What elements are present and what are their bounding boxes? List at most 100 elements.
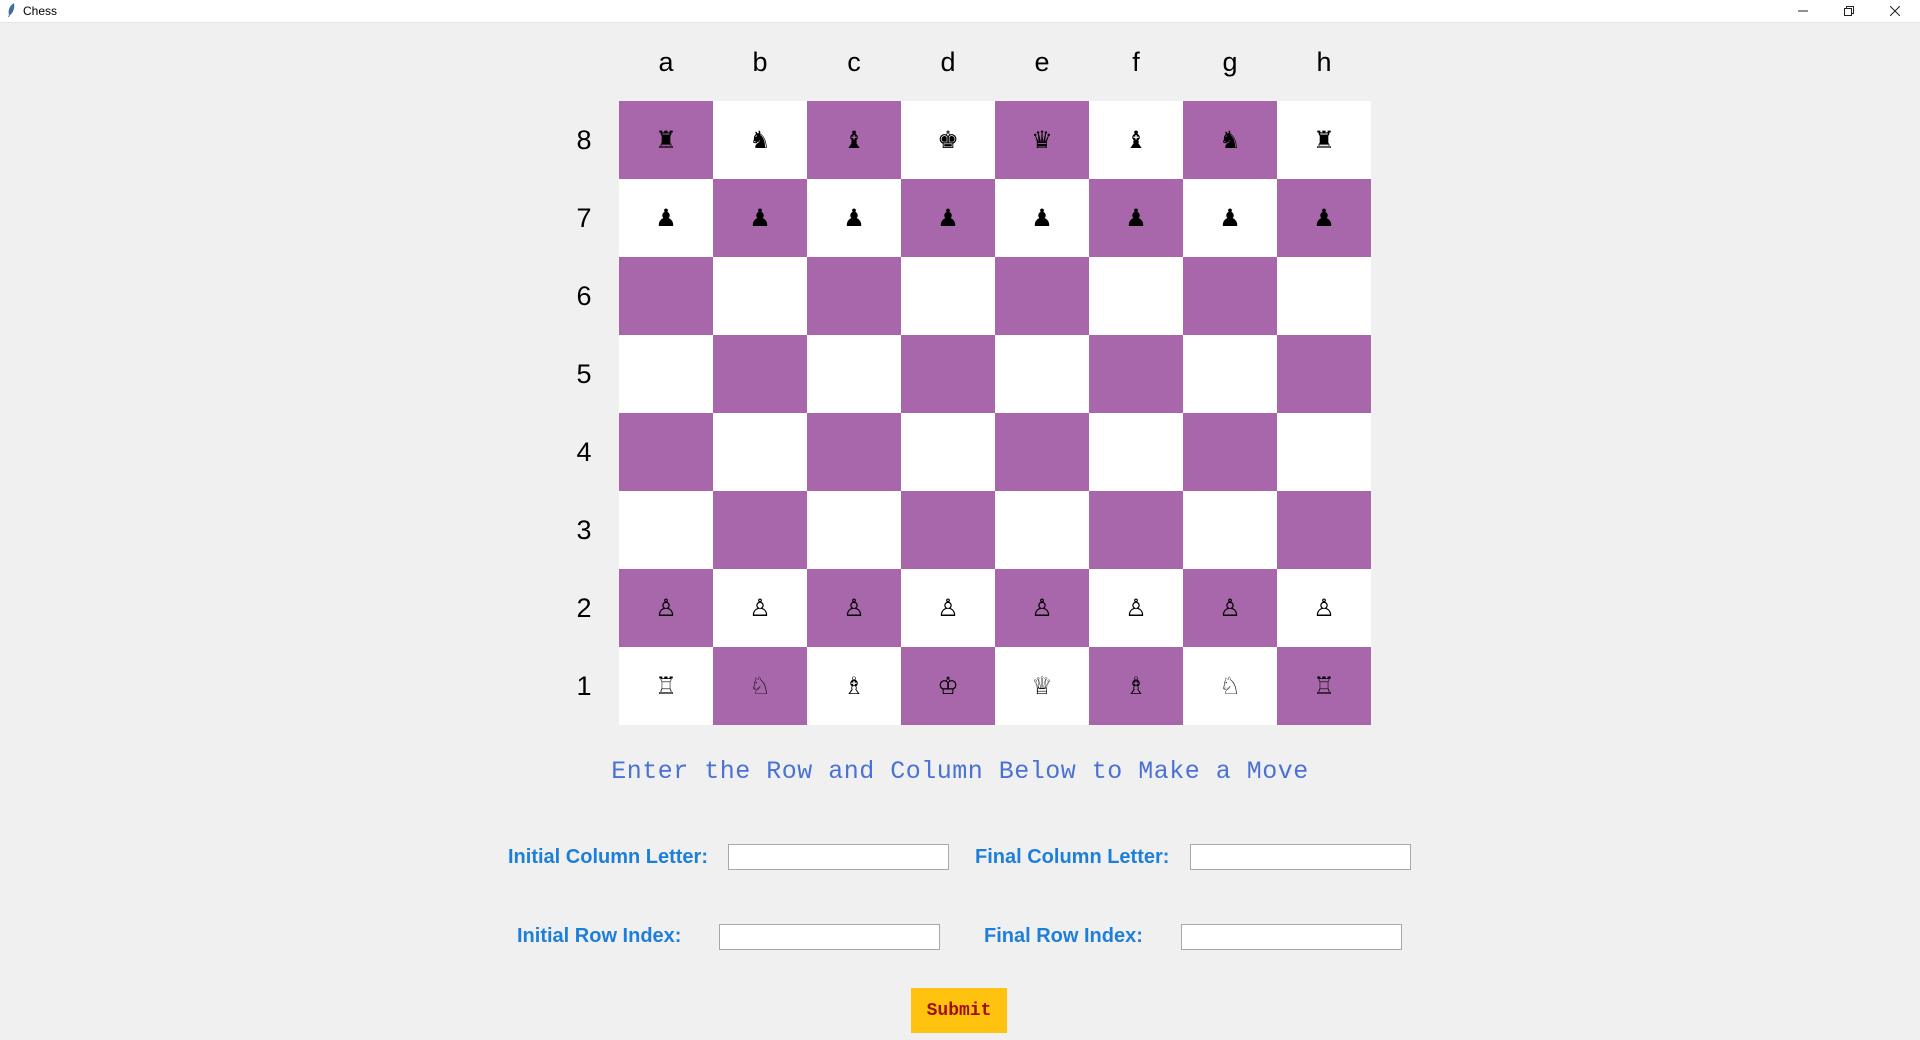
- square-h6[interactable]: [1277, 257, 1371, 335]
- square-g3[interactable]: [1183, 491, 1277, 569]
- square-g1[interactable]: ♘: [1183, 647, 1277, 725]
- square-a8[interactable]: ♜: [619, 101, 713, 179]
- square-c1[interactable]: ♗: [807, 647, 901, 725]
- square-f2[interactable]: ♙: [1089, 569, 1183, 647]
- square-a3[interactable]: [619, 491, 713, 569]
- square-h7[interactable]: ♟: [1277, 179, 1371, 257]
- piece-e2[interactable]: ♙: [1031, 596, 1053, 620]
- square-e2[interactable]: ♙: [995, 569, 1089, 647]
- square-g4[interactable]: [1183, 413, 1277, 491]
- square-e5[interactable]: [995, 335, 1089, 413]
- square-a1[interactable]: ♖: [619, 647, 713, 725]
- square-f5[interactable]: [1089, 335, 1183, 413]
- square-e1[interactable]: ♕: [995, 647, 1089, 725]
- square-h2[interactable]: ♙: [1277, 569, 1371, 647]
- square-c6[interactable]: [807, 257, 901, 335]
- piece-a8[interactable]: ♜: [655, 128, 677, 152]
- piece-d7[interactable]: ♟: [937, 206, 959, 230]
- square-f4[interactable]: [1089, 413, 1183, 491]
- square-a5[interactable]: [619, 335, 713, 413]
- square-h1[interactable]: ♖: [1277, 647, 1371, 725]
- square-g7[interactable]: ♟: [1183, 179, 1277, 257]
- square-e4[interactable]: [995, 413, 1089, 491]
- piece-a7[interactable]: ♟: [655, 206, 677, 230]
- square-b7[interactable]: ♟: [713, 179, 807, 257]
- square-d6[interactable]: [901, 257, 995, 335]
- square-c2[interactable]: ♙: [807, 569, 901, 647]
- square-g2[interactable]: ♙: [1183, 569, 1277, 647]
- square-e8[interactable]: ♛: [995, 101, 1089, 179]
- square-h4[interactable]: [1277, 413, 1371, 491]
- maximize-button[interactable]: [1826, 0, 1872, 22]
- square-h5[interactable]: [1277, 335, 1371, 413]
- square-g8[interactable]: ♞: [1183, 101, 1277, 179]
- piece-f2[interactable]: ♙: [1125, 596, 1147, 620]
- piece-h2[interactable]: ♙: [1313, 596, 1335, 620]
- square-c7[interactable]: ♟: [807, 179, 901, 257]
- square-f8[interactable]: ♝: [1089, 101, 1183, 179]
- piece-f1[interactable]: ♗: [1125, 674, 1147, 698]
- piece-a2[interactable]: ♙: [655, 596, 677, 620]
- piece-g1[interactable]: ♘: [1219, 674, 1241, 698]
- square-e7[interactable]: ♟: [995, 179, 1089, 257]
- piece-h1[interactable]: ♖: [1313, 674, 1335, 698]
- square-e3[interactable]: [995, 491, 1089, 569]
- piece-f8[interactable]: ♝: [1125, 128, 1147, 152]
- square-f6[interactable]: [1089, 257, 1183, 335]
- square-b3[interactable]: [713, 491, 807, 569]
- square-a7[interactable]: ♟: [619, 179, 713, 257]
- square-g6[interactable]: [1183, 257, 1277, 335]
- square-c8[interactable]: ♝: [807, 101, 901, 179]
- square-b2[interactable]: ♙: [713, 569, 807, 647]
- square-d8[interactable]: ♚: [901, 101, 995, 179]
- piece-c1[interactable]: ♗: [843, 674, 865, 698]
- piece-b1[interactable]: ♘: [749, 674, 771, 698]
- final-column-input[interactable]: [1190, 844, 1411, 870]
- square-a6[interactable]: [619, 257, 713, 335]
- piece-c2[interactable]: ♙: [843, 596, 865, 620]
- square-e6[interactable]: [995, 257, 1089, 335]
- square-d4[interactable]: [901, 413, 995, 491]
- square-g5[interactable]: [1183, 335, 1277, 413]
- piece-e7[interactable]: ♟: [1031, 206, 1053, 230]
- square-d5[interactable]: [901, 335, 995, 413]
- square-b4[interactable]: [713, 413, 807, 491]
- piece-d1[interactable]: ♔: [937, 674, 959, 698]
- piece-f7[interactable]: ♟: [1125, 206, 1147, 230]
- square-f7[interactable]: ♟: [1089, 179, 1183, 257]
- piece-c8[interactable]: ♝: [843, 128, 865, 152]
- square-f1[interactable]: ♗: [1089, 647, 1183, 725]
- piece-h8[interactable]: ♜: [1313, 128, 1335, 152]
- square-b6[interactable]: [713, 257, 807, 335]
- square-f3[interactable]: [1089, 491, 1183, 569]
- square-d3[interactable]: [901, 491, 995, 569]
- square-d1[interactable]: ♔: [901, 647, 995, 725]
- square-h8[interactable]: ♜: [1277, 101, 1371, 179]
- piece-b7[interactable]: ♟: [749, 206, 771, 230]
- final-row-input[interactable]: [1181, 924, 1402, 950]
- initial-row-input[interactable]: [719, 924, 940, 950]
- piece-d8[interactable]: ♚: [937, 128, 959, 152]
- square-c5[interactable]: [807, 335, 901, 413]
- piece-g8[interactable]: ♞: [1219, 128, 1241, 152]
- piece-b2[interactable]: ♙: [749, 596, 771, 620]
- square-b5[interactable]: [713, 335, 807, 413]
- piece-e8[interactable]: ♛: [1031, 128, 1053, 152]
- piece-h7[interactable]: ♟: [1313, 206, 1335, 230]
- square-c3[interactable]: [807, 491, 901, 569]
- square-b8[interactable]: ♞: [713, 101, 807, 179]
- square-a4[interactable]: [619, 413, 713, 491]
- square-d2[interactable]: ♙: [901, 569, 995, 647]
- close-button[interactable]: [1872, 0, 1918, 22]
- submit-button[interactable]: Submit: [911, 988, 1007, 1033]
- piece-a1[interactable]: ♖: [655, 674, 677, 698]
- minimize-button[interactable]: [1780, 0, 1826, 22]
- piece-c7[interactable]: ♟: [843, 206, 865, 230]
- piece-b8[interactable]: ♞: [749, 128, 771, 152]
- piece-d2[interactable]: ♙: [937, 596, 959, 620]
- square-c4[interactable]: [807, 413, 901, 491]
- square-d7[interactable]: ♟: [901, 179, 995, 257]
- square-b1[interactable]: ♘: [713, 647, 807, 725]
- square-a2[interactable]: ♙: [619, 569, 713, 647]
- square-h3[interactable]: [1277, 491, 1371, 569]
